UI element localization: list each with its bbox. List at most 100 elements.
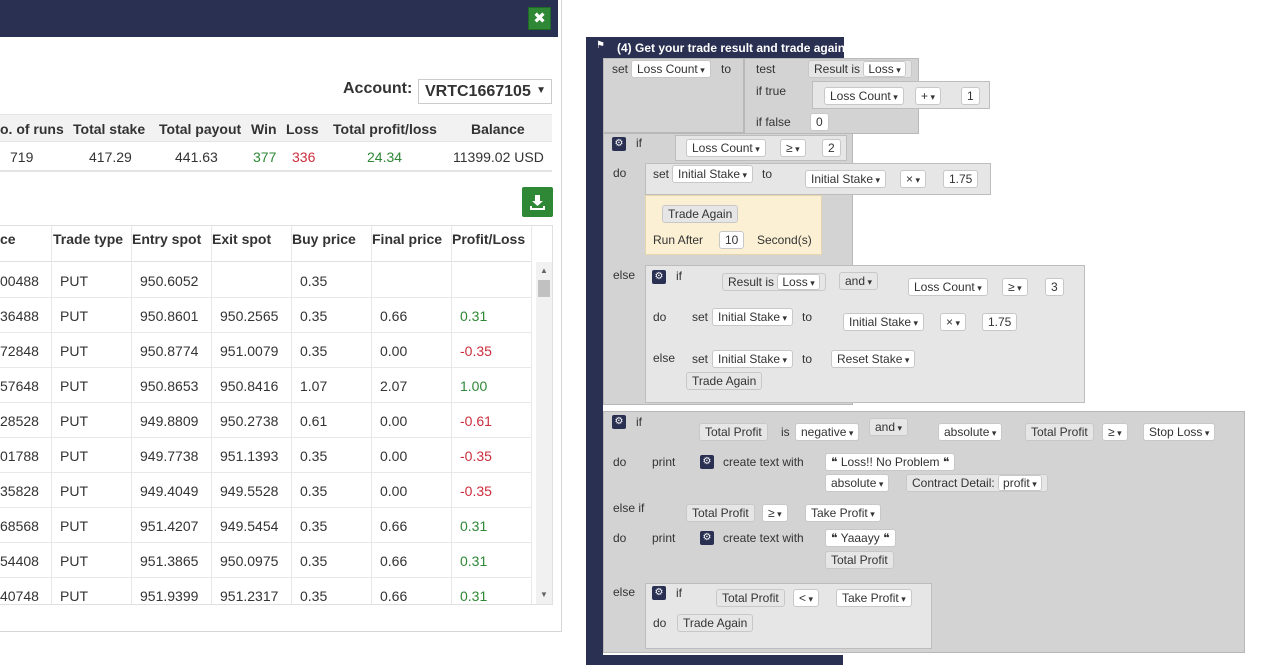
trade-buy-cell: 0.35: [300, 483, 328, 499]
header-balance: Balance: [471, 121, 525, 137]
trade-exit-cell: 949.5528: [220, 483, 279, 499]
scroll-down-icon[interactable]: ▼: [536, 590, 552, 599]
trade-type-cell: PUT: [60, 518, 88, 534]
initial-stake-get-dropdown[interactable]: Initial Stake: [805, 170, 887, 188]
loss-count-compare-dropdown[interactable]: Loss Count: [908, 278, 988, 296]
scrollbar[interactable]: ▲ ▼: [536, 262, 552, 604]
gear-icon[interactable]: ⚙: [700, 455, 714, 469]
total-profit-block[interactable]: Total Profit: [1025, 423, 1094, 441]
trade-buy-cell: 0.61: [300, 413, 328, 429]
gear-icon[interactable]: ⚙: [612, 137, 626, 151]
trade-again-block[interactable]: Trade Again: [686, 372, 763, 390]
initial-stake-var-dropdown[interactable]: Initial Stake: [672, 165, 754, 183]
gte-operator-dropdown[interactable]: ≥: [1002, 278, 1028, 296]
gte-operator-dropdown[interactable]: ≥: [1102, 423, 1128, 441]
trade-exit-cell: 951.0079: [220, 343, 279, 359]
result-is-block[interactable]: Result is Loss: [722, 273, 826, 291]
loss-count-compare-dropdown[interactable]: Loss Count: [686, 139, 766, 157]
trade-final-cell: 0.00: [380, 483, 408, 499]
loss-value: 336: [292, 149, 316, 165]
threshold-two[interactable]: 2: [822, 139, 841, 157]
trade-again-block[interactable]: Trade Again: [662, 205, 739, 223]
initial-stake-get-dropdown[interactable]: Initial Stake: [843, 313, 925, 331]
quote-icon: ❝: [883, 531, 890, 545]
do-keyword: do: [613, 531, 627, 545]
stake-value: 417.29: [89, 149, 132, 165]
gear-icon[interactable]: ⚙: [652, 586, 666, 600]
scroll-up-icon[interactable]: ▲: [536, 266, 552, 275]
contract-detail-block[interactable]: Contract Detail: profit: [906, 474, 1048, 492]
table-row: 00488 PUT 950.6052 0.35: [0, 263, 532, 298]
do-keyword: do: [613, 455, 627, 469]
gear-icon[interactable]: ⚙: [612, 415, 626, 429]
set-keyword: set: [692, 352, 709, 366]
gte-operator-dropdown[interactable]: ≥: [780, 139, 806, 157]
reset-stake-dropdown[interactable]: Reset Stake: [831, 350, 916, 368]
total-profit-block[interactable]: Total Profit: [699, 423, 768, 441]
factor-value[interactable]: 1.75: [982, 313, 1018, 331]
times-operator-dropdown[interactable]: ×: [940, 313, 967, 331]
zero-value[interactable]: 0: [810, 113, 829, 131]
result-loss-dropdown[interactable]: Loss: [777, 274, 820, 290]
gear-icon[interactable]: ⚙: [652, 270, 666, 284]
trade-buy-cell: 0.35: [300, 448, 328, 464]
and-operator-dropdown[interactable]: and: [869, 418, 909, 436]
if-true-keyword: if true: [756, 84, 787, 98]
procedure-footer: [586, 655, 843, 665]
trade-again-block[interactable]: Trade Again: [677, 614, 754, 632]
threshold-three[interactable]: 3: [1045, 278, 1064, 296]
trade-type-cell: PUT: [60, 308, 88, 324]
result-is-block[interactable]: Result is Loss: [808, 60, 912, 78]
else-keyword: else: [653, 351, 676, 365]
initial-stake-var-dropdown[interactable]: Initial Stake: [712, 350, 794, 368]
header-total-payout: Total payout: [159, 121, 242, 137]
header-win: Win: [251, 121, 277, 137]
if-keyword: if: [676, 269, 682, 283]
stop-loss-dropdown[interactable]: Stop Loss: [1143, 423, 1216, 441]
trade-final-cell: 2.07: [380, 378, 408, 394]
loss-count-var-dropdown[interactable]: Loss Count: [631, 60, 711, 78]
trade-ref-cell: 01788: [0, 448, 39, 464]
loss-count-get-dropdown[interactable]: Loss Count: [824, 87, 904, 105]
table-row: 54408 PUT 951.3865 950.0975 0.35 0.66 0.31: [0, 543, 532, 578]
text-literal-block[interactable]: ❝ Loss!! No Problem ❝: [825, 453, 956, 471]
plus-operator-dropdown[interactable]: +: [915, 87, 942, 105]
trade-final-cell: 0.66: [380, 588, 408, 604]
trade-entry-cell: 950.8601: [140, 308, 199, 324]
absolute-dropdown[interactable]: absolute: [825, 474, 890, 492]
take-profit-dropdown[interactable]: Take Profit: [805, 504, 881, 522]
trade-pl-cell: -0.35: [460, 448, 492, 464]
take-profit-dropdown[interactable]: Take Profit: [836, 589, 912, 607]
trade-entry-cell: 950.8774: [140, 343, 199, 359]
download-button[interactable]: [522, 187, 553, 217]
quote-icon: ❝: [831, 455, 838, 469]
increment-value[interactable]: 1: [961, 87, 980, 105]
factor-value[interactable]: 1.75: [943, 170, 979, 188]
gear-icon[interactable]: ⚙: [700, 531, 714, 545]
account-select[interactable]: VRTC1667105 ▼: [418, 79, 552, 104]
and-operator-dropdown[interactable]: and: [839, 272, 879, 290]
text-literal-block[interactable]: ❝ Yaaayy ❝: [825, 529, 896, 547]
total-profit-block[interactable]: Total Profit: [716, 589, 785, 607]
initial-stake-var-dropdown[interactable]: Initial Stake: [712, 308, 794, 326]
trade-entry-cell: 950.8653: [140, 378, 199, 394]
times-operator-dropdown[interactable]: ×: [900, 170, 927, 188]
close-button[interactable]: ✖: [528, 7, 551, 30]
header-total-stake: Total stake: [73, 121, 146, 137]
trade-pl-cell: 0.31: [460, 553, 488, 569]
result-loss-dropdown[interactable]: Loss: [863, 61, 906, 77]
trade-exit-cell: 950.2565: [220, 308, 279, 324]
total-profit-block[interactable]: Total Profit: [825, 551, 894, 569]
trade-ref-cell: 35828: [0, 483, 39, 499]
lt-operator-dropdown[interactable]: <: [793, 589, 820, 607]
trade-type-cell: PUT: [60, 343, 88, 359]
total-profit-block[interactable]: Total Profit: [686, 504, 755, 522]
absolute-dropdown[interactable]: absolute: [938, 423, 1003, 441]
profit-dropdown[interactable]: profit: [998, 475, 1042, 491]
delay-value[interactable]: 10: [719, 231, 745, 249]
set-keyword: set: [692, 310, 709, 324]
negative-dropdown[interactable]: negative: [795, 423, 860, 441]
trade-ref-cell: 28528: [0, 413, 39, 429]
scroll-thumb[interactable]: [538, 280, 550, 297]
gte-operator-dropdown[interactable]: ≥: [762, 504, 788, 522]
